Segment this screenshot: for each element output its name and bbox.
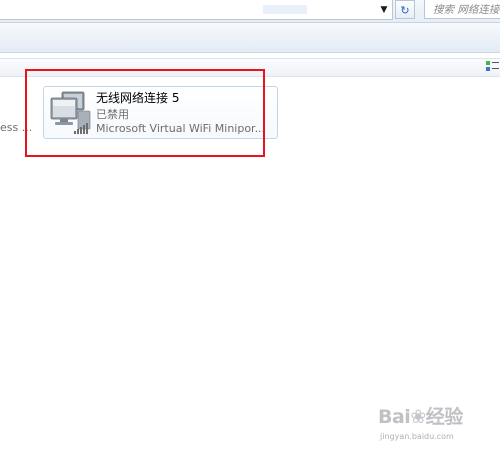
watermark-url: jingyan.baidu.com bbox=[380, 432, 454, 441]
address-dropdown-button[interactable]: ▼ bbox=[378, 3, 390, 17]
search-placeholder: 搜索 网络连接 bbox=[433, 4, 500, 16]
baidu-jingyan-watermark: Bai❀经验 jingyan.baidu.com bbox=[378, 400, 496, 452]
address-ghost-text bbox=[263, 5, 307, 14]
refresh-button[interactable]: ↻ bbox=[395, 0, 415, 19]
annotation-highlight-box bbox=[25, 69, 265, 157]
view-options-icon[interactable] bbox=[484, 58, 500, 75]
address-field[interactable]: ▼ bbox=[0, 0, 393, 20]
search-input[interactable]: 搜索 网络连接 bbox=[424, 0, 500, 19]
address-bar-strip: ▼ ↻ 搜索 网络连接 bbox=[0, 0, 500, 23]
command-bar bbox=[0, 23, 500, 53]
watermark-brand: Bai❀经验 bbox=[378, 406, 463, 428]
